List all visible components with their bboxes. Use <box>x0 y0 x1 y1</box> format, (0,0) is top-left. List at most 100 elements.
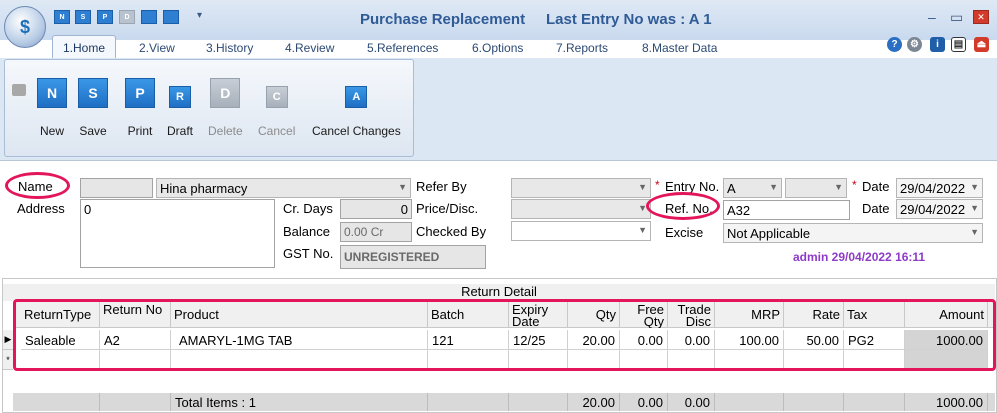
quick-delete-icon[interactable]: D <box>119 10 135 24</box>
total-free-qty: 0.00 <box>620 393 668 411</box>
name-highlight-ellipse <box>5 172 70 199</box>
price-disc-combo[interactable]: ▼ <box>511 199 651 219</box>
tab-history[interactable]: 3.History <box>200 37 259 59</box>
print-button[interactable]: P Print <box>125 78 155 138</box>
ref-no-field[interactable]: A32 <box>723 200 850 220</box>
draft-icon: R <box>169 86 191 108</box>
new-label: New <box>39 124 64 138</box>
help-icon[interactable]: ? <box>887 37 902 52</box>
party-code-field[interactable] <box>80 178 153 198</box>
chevron-down-icon[interactable]: ▼ <box>638 225 647 235</box>
checked-by-label: Checked By <box>416 224 487 239</box>
cancel-icon: C <box>265 86 288 108</box>
chevron-down-icon[interactable]: ▼ <box>970 203 979 213</box>
totals-cell <box>509 393 568 411</box>
admin-timestamp: admin 29/04/2022 16:11 <box>793 250 926 264</box>
tab-master-data[interactable]: 8.Master Data <box>636 37 723 59</box>
save-button[interactable]: S Save <box>78 78 108 138</box>
address-field[interactable]: 0 <box>80 199 275 268</box>
current-row-indicator-icon: ▶ <box>3 330 13 350</box>
restore-button[interactable]: ▭ <box>950 9 963 26</box>
ref-no-highlight-ellipse <box>646 192 720 220</box>
window-title: Purchase Replacement <box>360 11 526 28</box>
save-icon: S <box>78 78 108 108</box>
balance-field: 0.00 Cr <box>340 222 412 242</box>
date-label: Date <box>862 179 890 194</box>
required-star: * <box>852 178 857 192</box>
name-combo[interactable]: Hina pharmacy ▼ <box>156 178 411 198</box>
total-qty: 20.00 <box>568 393 620 411</box>
gst-field: UNREGISTERED <box>340 245 486 269</box>
delete-label: Delete <box>208 124 243 138</box>
last-entry-label: Last Entry No was : A 1 <box>546 11 712 28</box>
tab-references[interactable]: 5.References <box>361 37 444 59</box>
ref-date-picker[interactable]: 29/04/2022 ▼ <box>896 199 983 219</box>
tab-reports[interactable]: 7.Reports <box>550 37 614 59</box>
balance-label: Balance <box>283 224 330 239</box>
tab-review[interactable]: 4.Review <box>279 37 340 59</box>
address-label: Address <box>17 201 65 216</box>
quick-action5-icon[interactable] <box>141 10 157 24</box>
totals-cell <box>784 393 844 411</box>
date-value: 29/04/2022 <box>900 181 966 196</box>
exit-icon[interactable]: ⏏ <box>974 37 989 52</box>
entry-number-combo[interactable]: ▼ <box>785 178 847 198</box>
chevron-down-icon[interactable]: ▼ <box>970 227 979 237</box>
quick-access-dropdown-icon[interactable]: ▾ <box>197 10 202 21</box>
entry-series-value: A <box>727 181 736 196</box>
save-label: Save <box>79 124 107 138</box>
chevron-down-icon[interactable]: ▼ <box>398 182 407 192</box>
settings-icon[interactable]: ⚙ <box>907 37 922 52</box>
cr-days-field[interactable]: 0 <box>340 199 412 219</box>
app-logo-icon[interactable]: $ <box>4 6 46 48</box>
new-button[interactable]: N New <box>37 78 67 138</box>
quick-action6-icon[interactable] <box>163 10 179 24</box>
new-icon: N <box>37 78 67 108</box>
quick-print-icon[interactable]: P <box>97 10 113 24</box>
totals-cell <box>428 393 509 411</box>
chevron-down-icon[interactable]: ▼ <box>970 182 979 192</box>
entry-series-combo[interactable]: A ▼ <box>723 178 782 198</box>
document-icon[interactable]: ▤ <box>951 37 966 52</box>
minimize-button[interactable]: – <box>928 9 936 25</box>
excise-combo[interactable]: Not Applicable ▼ <box>723 223 983 243</box>
draft-label: Draft <box>167 124 194 138</box>
delete-button[interactable]: D Delete <box>208 78 243 138</box>
excise-value: Not Applicable <box>727 226 811 241</box>
totals-cell <box>100 393 171 411</box>
new-row-indicator-icon: * <box>3 350 13 370</box>
chevron-down-icon[interactable]: ▼ <box>834 182 843 192</box>
name-value: Hina pharmacy <box>160 181 248 196</box>
ref-date-label: Date <box>862 201 890 216</box>
cancel-changes-label: Cancel Changes <box>312 124 401 138</box>
totals-cell <box>21 393 100 411</box>
chevron-down-icon[interactable]: ▼ <box>638 182 647 192</box>
cr-days-label: Cr. Days <box>283 201 333 216</box>
ref-date-value: 29/04/2022 <box>900 202 966 217</box>
checked-by-combo[interactable]: ▼ <box>511 221 651 241</box>
tab-view[interactable]: 2.View <box>133 37 181 59</box>
refer-by-combo[interactable]: ▼ <box>511 178 651 198</box>
close-button[interactable]: ✕ <box>973 10 989 24</box>
tab-options[interactable]: 6.Options <box>466 37 529 59</box>
info-icon[interactable]: i <box>930 37 945 52</box>
refer-by-label: Refer By <box>416 179 467 194</box>
required-star: * <box>655 178 660 192</box>
quick-save-icon[interactable]: S <box>75 10 91 24</box>
lock-icon <box>12 84 26 96</box>
grid-highlight-box <box>13 299 996 371</box>
cancel-button[interactable]: C Cancel <box>258 78 295 138</box>
chevron-down-icon[interactable]: ▼ <box>769 182 778 192</box>
price-disc-label: Price/Disc. <box>416 201 479 216</box>
draft-button[interactable]: R Draft <box>167 78 193 138</box>
totals-cell <box>844 393 905 411</box>
tab-home[interactable]: 1.Home <box>52 35 117 60</box>
print-label: Print <box>127 124 153 138</box>
cancel-label: Cancel <box>258 124 296 138</box>
quick-new-icon[interactable]: N <box>54 10 70 24</box>
total-trade-disc: 0.00 <box>668 393 715 411</box>
excise-label: Excise <box>665 225 704 240</box>
date-picker[interactable]: 29/04/2022 ▼ <box>896 178 983 198</box>
total-items-label: Total Items : 1 <box>171 393 428 411</box>
cancel-changes-button[interactable]: A Cancel Changes <box>312 78 401 138</box>
